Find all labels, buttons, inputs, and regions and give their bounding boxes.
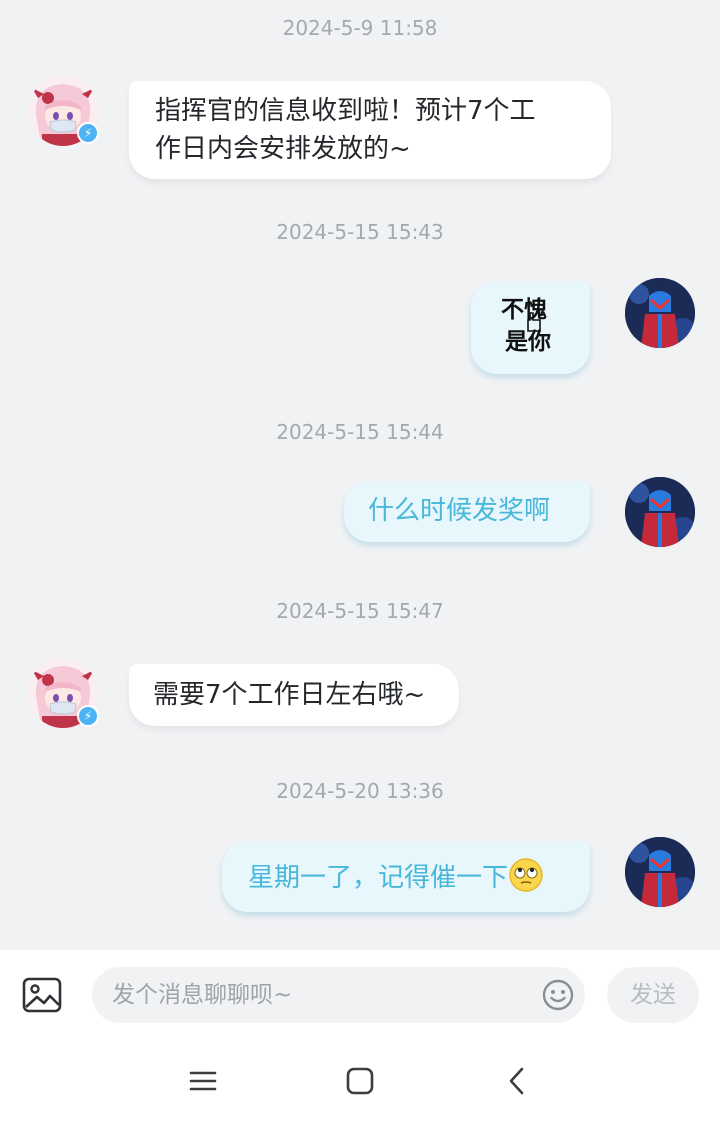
message-text: 星期一了，记得催一下: [248, 863, 509, 893]
chat-screen: 2024-5-9 11:58 ⚡ 指挥官的信息收到啦！预计7个工 作日内会安排发…: [0, 0, 720, 1123]
home-square-icon: [346, 1067, 374, 1095]
verified-lightning-icon: ⚡: [77, 705, 99, 727]
rolling-eyes-emoji-icon: [509, 858, 543, 892]
image-icon: [22, 977, 62, 1013]
emoji-button[interactable]: [542, 979, 574, 1011]
message-text-line: 指挥官的信息收到啦！预计7个工: [155, 96, 536, 126]
thumbs-up-icon: [527, 312, 541, 332]
message-bubble-outgoing[interactable]: 星期一了，记得催一下: [222, 841, 590, 912]
user-avatar[interactable]: [625, 278, 695, 348]
menu-nav-button[interactable]: [188, 1066, 218, 1096]
message-input-container: [92, 967, 585, 1023]
sticker-bubble[interactable]: 不愧 是你: [471, 281, 590, 374]
user-avatar[interactable]: [625, 477, 695, 547]
smiley-icon: [542, 979, 574, 1011]
timestamp: 2024-5-20 13:36: [276, 779, 444, 803]
message-bubble-incoming[interactable]: 需要7个工作日左右哦~: [129, 664, 459, 726]
back-chevron-icon: [509, 1067, 524, 1095]
timestamp: 2024-5-9 11:58: [282, 16, 438, 40]
message-text-line: 作日内会安排发放的~: [155, 134, 411, 164]
message-list[interactable]: 2024-5-9 11:58 ⚡ 指挥官的信息收到啦！预计7个工 作日内会安排发…: [0, 0, 720, 950]
armored-hero-avatar-icon: [625, 278, 695, 348]
message-bubble-incoming[interactable]: 指挥官的信息收到啦！预计7个工 作日内会安排发放的~: [129, 81, 611, 179]
message-input[interactable]: [112, 967, 532, 1023]
back-nav-button[interactable]: [502, 1066, 532, 1096]
send-button[interactable]: 发送: [607, 967, 699, 1023]
timestamp: 2024-5-15 15:47: [276, 599, 444, 623]
armored-hero-avatar-icon: [625, 837, 695, 907]
verified-lightning-icon: ⚡: [77, 122, 99, 144]
armored-hero-avatar-icon: [625, 477, 695, 547]
user-avatar[interactable]: [625, 837, 695, 907]
home-nav-button[interactable]: [345, 1066, 375, 1096]
timestamp: 2024-5-15 15:44: [276, 420, 444, 444]
message-bubble-outgoing[interactable]: 什么时候发奖啊: [344, 481, 590, 542]
timestamp: 2024-5-15 15:43: [276, 220, 444, 244]
menu-icon: [189, 1071, 217, 1091]
image-picker-button[interactable]: [22, 976, 62, 1014]
